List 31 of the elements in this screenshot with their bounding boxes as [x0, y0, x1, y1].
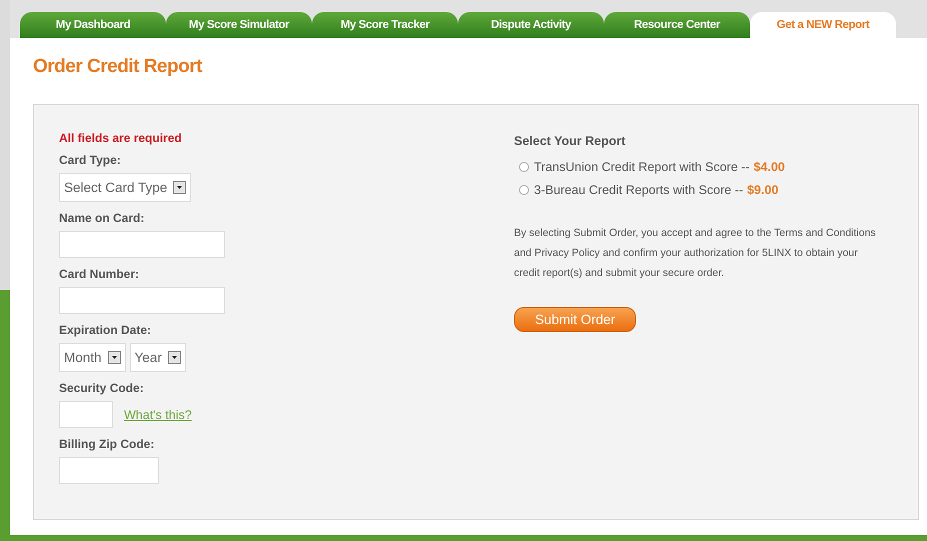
input-field[interactable] [59, 401, 113, 428]
input-field[interactable] [59, 231, 225, 258]
field-label: Security Code: [59, 381, 145, 395]
field-label: Card Type: [59, 153, 122, 167]
field-label: Card Number: [59, 267, 140, 281]
required-note: All fields are required [59, 131, 183, 145]
nav-tab[interactable]: Dispute Activity [458, 12, 604, 38]
input-field[interactable] [59, 457, 159, 484]
terms-text: By selecting Submit Order, you accept and agree to the Terms and Conditions and Privacy Policy and confirm your authorization for 5LINX to obtain your credit report(s) and submit your secure order. [514, 226, 877, 281]
nav-tab[interactable]: My Dashboard [20, 12, 166, 38]
option-label: TransUnion Credit Report with Score -- [534, 160, 750, 174]
page-title: Order Credit Report [33, 56, 204, 79]
section-heading: Select Your Report [514, 134, 626, 148]
input-field[interactable] [59, 287, 225, 314]
field-label: Name on Card: [59, 211, 146, 225]
field-label: Expiration Date: [59, 323, 152, 337]
dropdown[interactable]: Month [59, 343, 126, 372]
field-label: Billing Zip Code: [59, 437, 156, 451]
nav-tab[interactable]: My Score Simulator [166, 12, 312, 38]
dropdown[interactable]: Select Card Type [59, 173, 192, 202]
option-label: 3-Bureau Credit Reports with Score -- [534, 183, 744, 197]
price: $9.00 [747, 183, 778, 197]
radio-button[interactable] [519, 185, 529, 195]
nav-tab[interactable]: Resource Center [604, 12, 750, 38]
price: $4.00 [754, 160, 785, 174]
submit-button[interactable]: Submit Order [514, 307, 636, 332]
dropdown[interactable]: Year [130, 343, 186, 372]
nav-tab[interactable]: My Score Tracker [312, 12, 458, 38]
help-link[interactable]: What's this? [124, 408, 192, 422]
radio-button[interactable] [519, 162, 529, 172]
nav-tab[interactable]: Get a NEW Report [750, 12, 896, 38]
